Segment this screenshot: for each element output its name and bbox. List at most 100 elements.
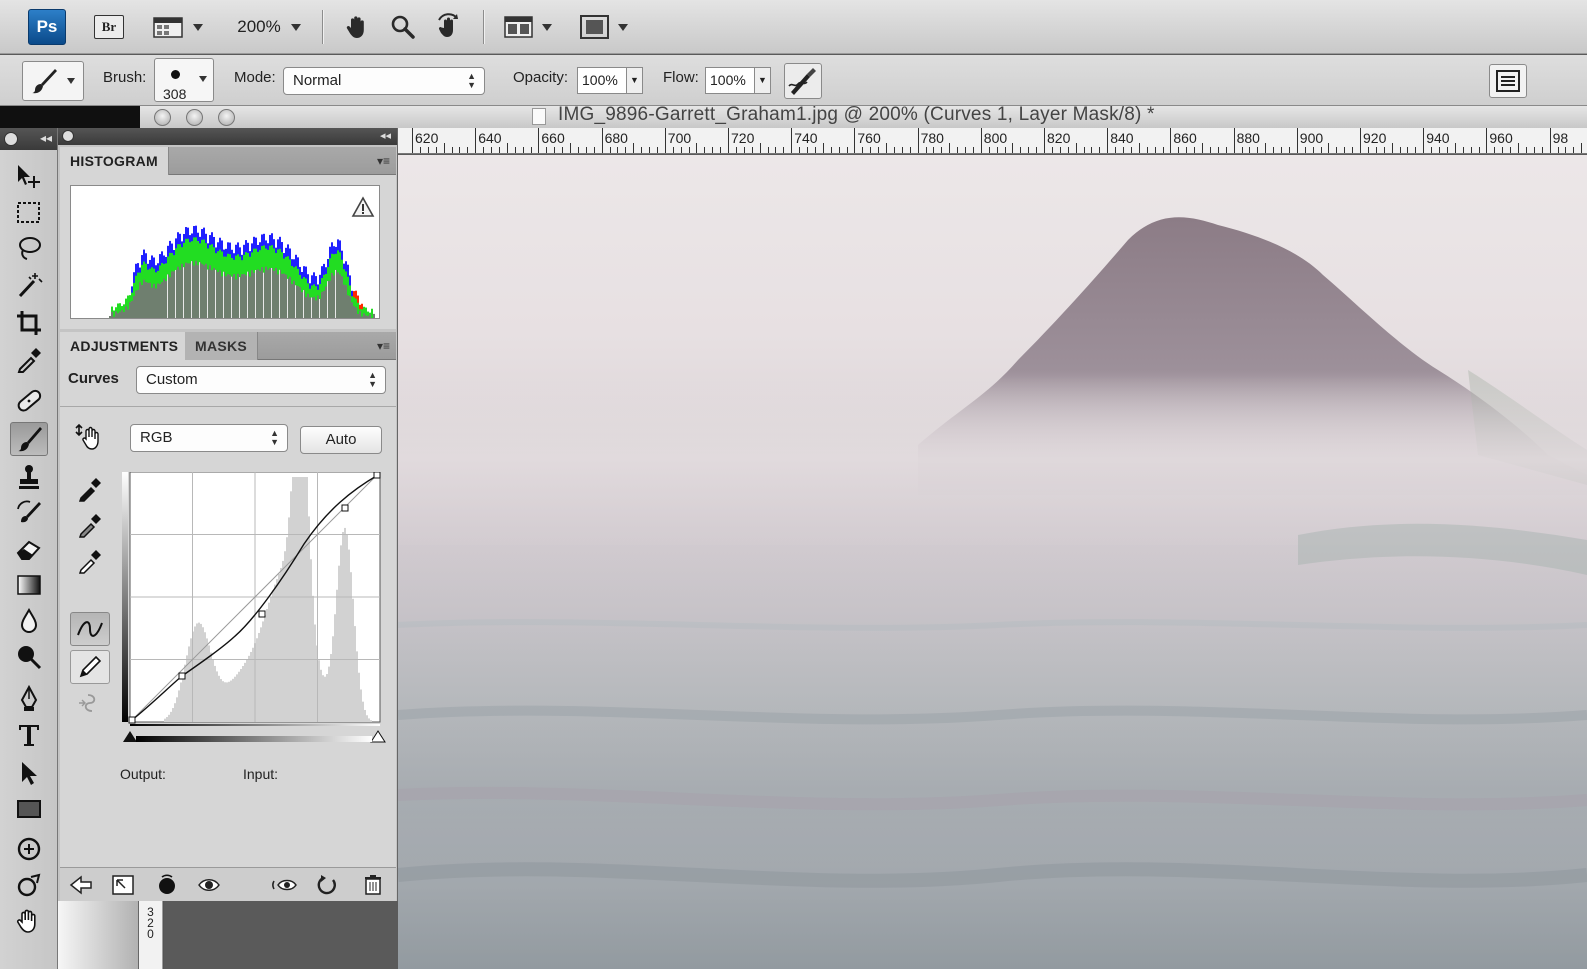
panel-dock-titlebar: ◂◂: [58, 128, 397, 145]
brush-tool[interactable]: [10, 422, 48, 456]
rotate-view-button[interactable]: [432, 10, 466, 44]
histogram-bar: [133, 296, 135, 318]
ruler-minor-tick: [988, 147, 990, 153]
pen-tool[interactable]: [10, 682, 48, 716]
eyedropper-tool[interactable]: [10, 342, 48, 376]
airbrush-toggle[interactable]: [784, 63, 822, 99]
eraser-tool[interactable]: [10, 532, 48, 566]
window-zoom-button[interactable]: [218, 109, 235, 126]
toolbox-close-button[interactable]: [4, 132, 18, 146]
blur-tool[interactable]: [10, 604, 48, 638]
reset-button[interactable]: [314, 872, 340, 898]
toggle-visibility-button[interactable]: [196, 872, 222, 898]
move-tool[interactable]: [10, 160, 48, 194]
curves-histogram-bar: [248, 655, 250, 722]
curve-point-mode-button[interactable]: [70, 612, 110, 646]
magic-wand-tool[interactable]: [10, 268, 48, 302]
hand-tool[interactable]: [10, 904, 48, 938]
white-point-eyedropper[interactable]: [70, 544, 110, 578]
hand-tool-button[interactable]: [340, 10, 374, 44]
vertical-ruler[interactable]: 3 2 0: [138, 901, 162, 969]
3d-orbit-tool[interactable]: [10, 868, 48, 902]
marquee-tool[interactable]: [10, 196, 48, 230]
histogram-bar: [227, 273, 229, 318]
warning-icon[interactable]: [351, 196, 375, 218]
history-brush-tool[interactable]: [10, 496, 48, 530]
opacity-slider-toggle[interactable]: ▼: [627, 67, 643, 94]
histogram-bar: [333, 275, 335, 318]
curve-pencil-mode-button[interactable]: [70, 650, 110, 684]
view-extras-button[interactable]: [150, 10, 206, 44]
tab-adjustments[interactable]: ADJUSTMENTS: [60, 332, 190, 360]
curve-point[interactable]: [178, 672, 186, 680]
ruler-minor-tick: [1241, 147, 1243, 153]
view-previous-state-button[interactable]: [272, 872, 298, 898]
curves-graph[interactable]: [122, 472, 382, 726]
window-close-button[interactable]: [154, 109, 171, 126]
lasso-tool[interactable]: [10, 232, 48, 266]
brush-preset-picker[interactable]: 308: [154, 58, 214, 102]
curves-histogram-bar: [272, 590, 274, 722]
panel-menu-icon[interactable]: ▾≡: [377, 154, 390, 168]
3d-rotate-tool[interactable]: [10, 832, 48, 866]
healing-brush-tool[interactable]: [10, 384, 48, 418]
type-tool[interactable]: [10, 718, 48, 752]
crop-tool[interactable]: [10, 306, 48, 340]
path-selection-tool[interactable]: [10, 756, 48, 790]
collapse-arrows-icon[interactable]: ◂◂: [380, 129, 391, 142]
curves-preset-select[interactable]: Custom ▲ ▼: [136, 366, 386, 394]
collapse-arrows-icon[interactable]: ◂◂: [40, 131, 52, 145]
arrow-left-icon: [69, 875, 92, 895]
curve-point[interactable]: [341, 504, 349, 512]
curve-point[interactable]: [128, 716, 136, 724]
histogram-graph: [109, 225, 375, 318]
histogram-bar: [257, 269, 259, 318]
ruler-major-tick: [917, 128, 919, 153]
ruler-major-tick: [980, 128, 982, 153]
auto-button[interactable]: Auto: [300, 426, 382, 454]
bridge-button[interactable]: Br: [94, 15, 124, 39]
tool-preset-picker[interactable]: [22, 61, 84, 101]
ruler-label: 820: [1047, 130, 1071, 146]
dock-close-button[interactable]: [62, 130, 74, 142]
opacity-input[interactable]: 100%: [577, 67, 627, 94]
white-point-slider[interactable]: [370, 730, 386, 744]
black-point-eyedropper[interactable]: [70, 472, 110, 506]
curve-point[interactable]: [258, 610, 266, 618]
curve-point[interactable]: [373, 472, 381, 479]
window-minimize-button[interactable]: [186, 109, 203, 126]
ruler-label: 660: [541, 130, 565, 146]
dodge-tool[interactable]: [10, 640, 48, 674]
ruler-minor-tick: [822, 143, 824, 153]
blend-mode-select[interactable]: Normal ▲ ▼: [283, 67, 485, 95]
back-button[interactable]: [68, 872, 94, 898]
histogram-bar: [285, 274, 287, 318]
document-title: IMG_9896-Garrett_Graham1.jpg @ 200% (Cur…: [558, 104, 1155, 125]
clone-stamp-tool[interactable]: [10, 460, 48, 494]
smooth-curve-button[interactable]: [70, 686, 110, 720]
gray-point-eyedropper[interactable]: [70, 508, 110, 542]
panel-menu-icon[interactable]: ▾≡: [377, 339, 390, 353]
ruler-minor-tick: [649, 147, 650, 153]
clip-to-layer-button[interactable]: [154, 872, 180, 898]
ruler-minor-tick: [1304, 147, 1306, 153]
horizontal-ruler[interactable]: 620 640 660 680 700 720 740 760 780 800 820 840 860 8…: [398, 128, 1587, 154]
gradient-tool[interactable]: [10, 568, 48, 602]
rectangle-tool[interactable]: [10, 792, 48, 826]
brush-panel-toggle[interactable]: [1489, 64, 1527, 98]
tab-masks[interactable]: MASKS: [185, 332, 259, 360]
delete-adjustment-button[interactable]: [360, 872, 386, 898]
channel-select[interactable]: RGB ▲ ▼: [130, 424, 288, 452]
screen-mode-button[interactable]: [576, 10, 632, 44]
photoshop-logo[interactable]: Ps: [28, 9, 66, 45]
histogram-bar: [157, 283, 159, 318]
document-canvas[interactable]: [398, 155, 1587, 969]
expanded-view-button[interactable]: [110, 872, 136, 898]
arrange-documents-button[interactable]: [500, 10, 556, 44]
flow-slider-toggle[interactable]: ▼: [755, 67, 771, 94]
zoom-tool-button[interactable]: [386, 10, 420, 44]
tab-histogram[interactable]: HISTOGRAM: [60, 147, 169, 175]
targeted-adjustment-tool[interactable]: [70, 420, 110, 454]
flow-input[interactable]: 100%: [705, 67, 755, 94]
zoom-level-select[interactable]: 200%: [230, 10, 308, 44]
